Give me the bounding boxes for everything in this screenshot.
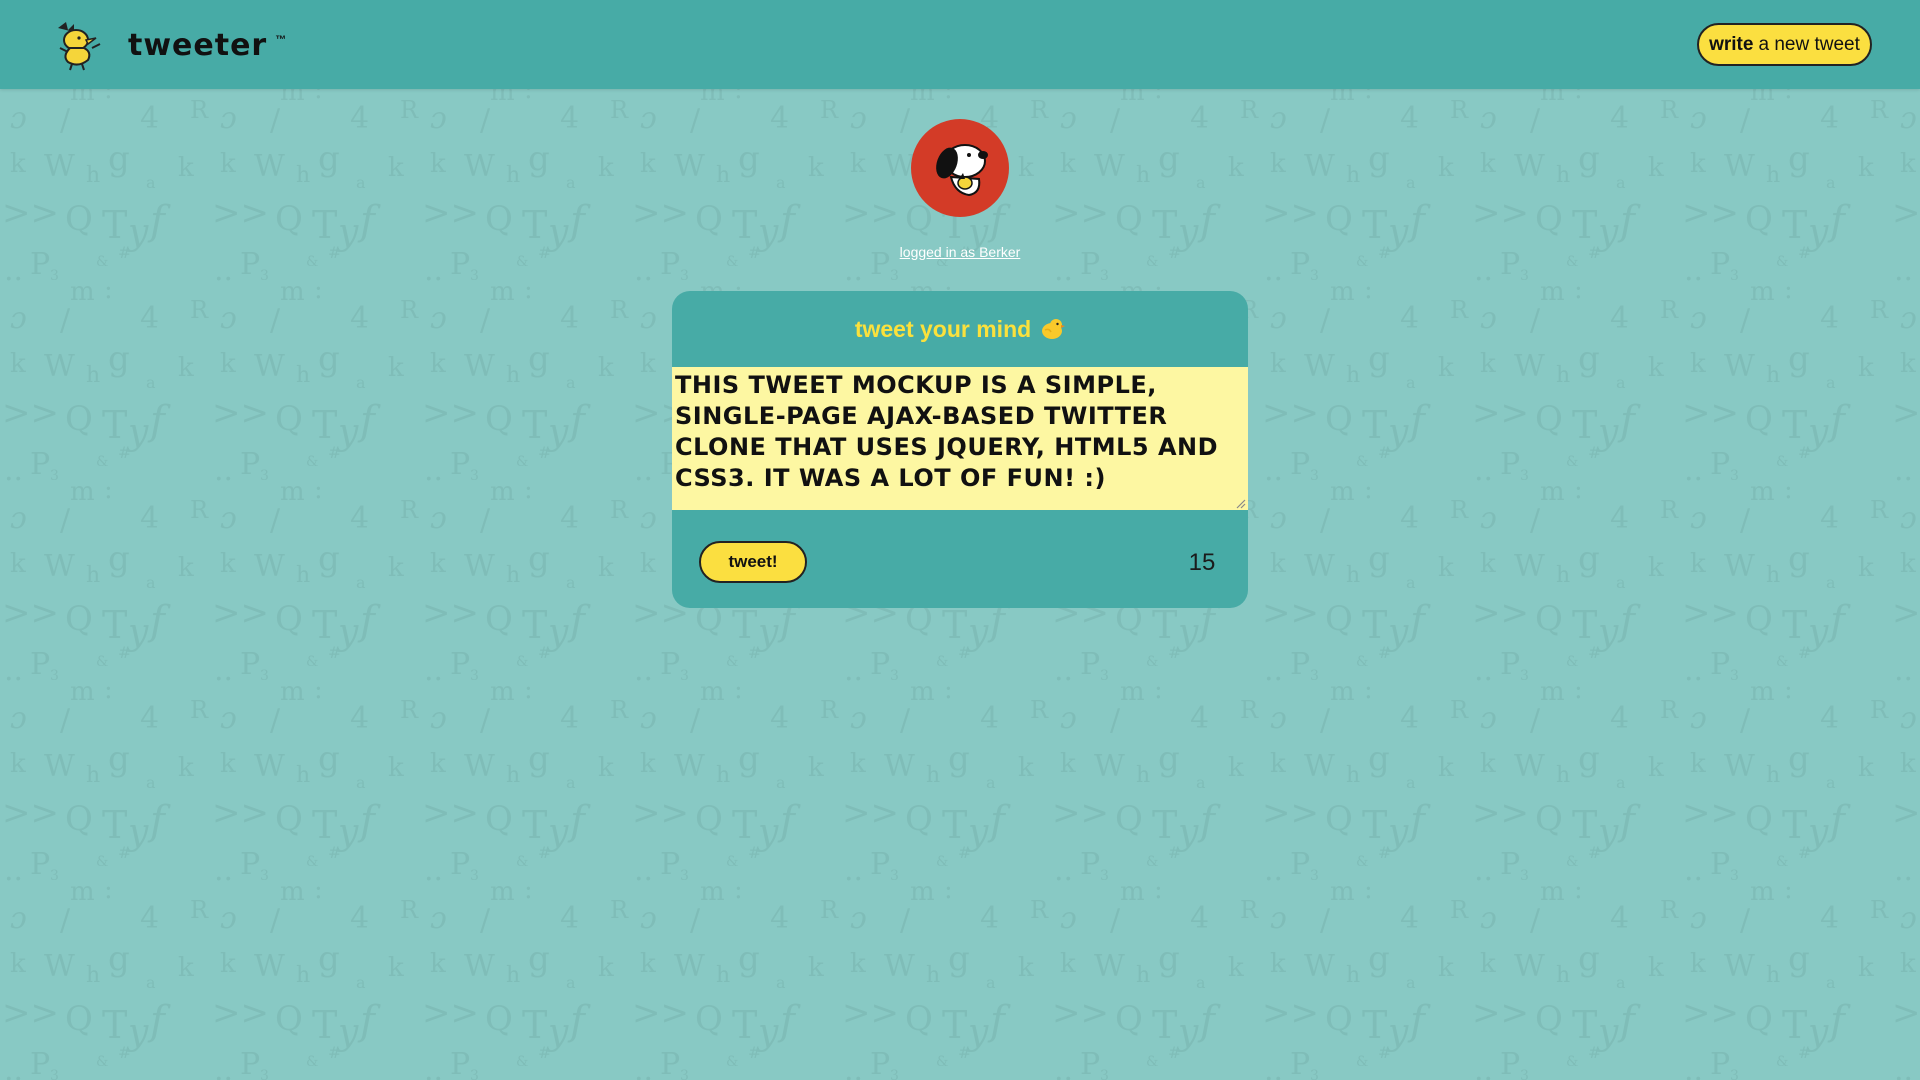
brand[interactable]: tweeter ™ [52,18,286,72]
logged-in-link[interactable]: logged in as Berker [860,244,1060,260]
chick-icon [1042,319,1066,339]
snoopy-avatar-icon [936,144,988,197]
compose-tweet-card: tweet your mind This tweet mockup is a s… [672,291,1248,608]
resize-grip-icon[interactable] [1234,497,1246,509]
write-button-label: a new tweet [1758,33,1860,55]
top-navbar: tweeter ™ write a new tweet [0,0,1920,89]
brand-name: tweeter [128,27,268,63]
woodstock-bird-icon [58,22,101,71]
compose-title: tweet your mind [854,315,1032,342]
write-new-tweet-button[interactable]: write a new tweet [1697,23,1872,66]
avatar [911,119,1009,217]
write-button-bold-label: write [1709,33,1754,55]
tweet-submit-button[interactable]: tweet! [699,541,807,583]
compose-header: tweet your mind [672,291,1248,367]
character-counter: 15 [1188,549,1216,576]
tweet-input[interactable]: This tweet mockup is a simple, single-pa… [672,367,1248,510]
trademark-symbol: ™ [275,34,287,46]
